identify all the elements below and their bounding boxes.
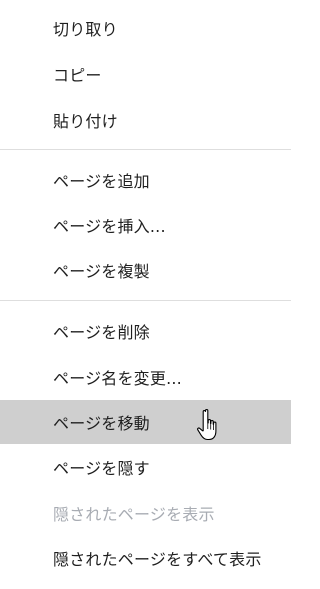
menu-item-hide-page[interactable]: ページを隠す [0, 445, 291, 489]
menu-item-label: ページを削除 [53, 323, 150, 342]
menu-item-move-page[interactable]: ページを移動 [0, 400, 291, 444]
menu-item-paste[interactable]: 貼り付け [0, 98, 291, 142]
menu-item-label: ページを追加 [53, 172, 150, 191]
menu-item-label: 貼り付け [53, 112, 118, 131]
menu-item-label: ページを挿入... [53, 217, 166, 236]
menu-item-label: 切り取り [53, 20, 118, 39]
context-menu: 切り取り コピー 貼り付け ページを追加 ページを挿入... ページを複製 ペー… [0, 0, 291, 589]
hand-pointer-icon [197, 409, 217, 441]
menu-item-cut[interactable]: 切り取り [0, 6, 291, 50]
menu-item-label: ページ名を変更... [53, 369, 182, 388]
menu-item-duplicate-page[interactable]: ページを複製 [0, 248, 291, 292]
menu-item-label: ページを隠す [53, 459, 150, 478]
menu-item-show-all-hidden-pages[interactable]: 隠されたページをすべて表示 [0, 536, 291, 580]
menu-item-label: ページを複製 [53, 262, 150, 281]
menu-item-label: 隠されたページを表示 [53, 505, 215, 524]
menu-item-show-hidden-page: 隠されたページを表示 [0, 491, 291, 535]
menu-item-label: コピー [53, 66, 102, 85]
menu-item-rename-page[interactable]: ページ名を変更... [0, 355, 291, 399]
menu-item-add-page[interactable]: ページを追加 [0, 158, 291, 202]
menu-separator [0, 149, 291, 150]
menu-separator [0, 300, 291, 301]
menu-item-label: 隠されたページをすべて表示 [53, 550, 262, 569]
menu-item-delete-page[interactable]: ページを削除 [0, 309, 291, 353]
menu-item-label: ページを移動 [53, 414, 150, 433]
menu-item-insert-page[interactable]: ページを挿入... [0, 203, 291, 247]
menu-item-copy[interactable]: コピー [0, 52, 291, 96]
